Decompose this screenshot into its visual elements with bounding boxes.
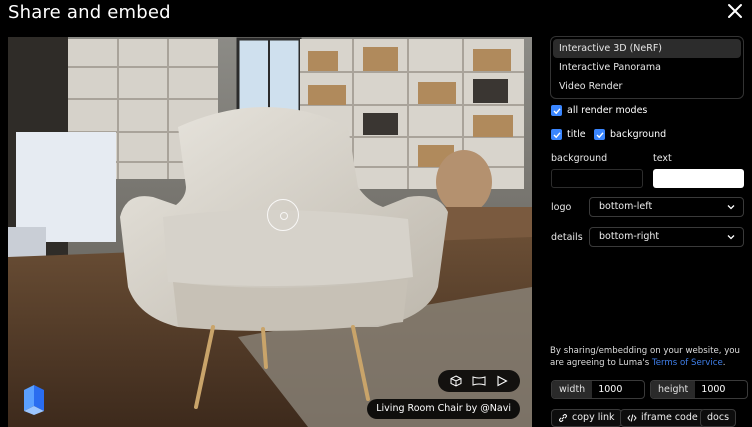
render-mode-list: Interactive 3D (NeRF) Interactive Panora… [550,36,744,99]
height-field[interactable]: height 1000 [650,380,749,399]
height-input[interactable]: 1000 [695,381,747,398]
terms-of-service-link[interactable]: Terms of Service [652,358,723,368]
iframe-code-label: iframe code [641,412,698,423]
title-checkbox[interactable] [551,129,562,140]
mode-interactive-3d[interactable]: Interactive 3D (NeRF) [553,39,741,58]
docs-button[interactable]: docs [700,409,737,427]
orbit-target-marker [267,199,299,231]
details-position-value: bottom-right [599,231,660,242]
dialog-title: Share and embed [8,2,171,23]
luma-logo-icon [24,385,44,415]
height-label: height [651,381,696,398]
view-controls [438,370,520,392]
background-color-label: background [551,153,608,164]
3d-view-icon[interactable] [449,374,463,388]
terms-notice-end: . [722,358,726,368]
width-field[interactable]: width 1000 [551,380,646,399]
mode-video-render[interactable]: Video Render [553,77,741,96]
chevron-down-icon [727,235,735,240]
logo-label: logo [551,202,572,213]
logo-position-value: bottom-left [599,201,653,212]
background-checkbox[interactable] [594,129,605,140]
terms-notice: By sharing/embedding on your website, yo… [550,345,744,369]
all-render-modes-option[interactable]: all render modes [551,105,647,116]
scene-caption: Living Room Chair by @Navi [367,399,520,419]
title-label: title [567,129,586,140]
scene-image [8,37,532,427]
copy-link-label: copy link [572,412,615,423]
details-position-select[interactable]: bottom-right [589,227,744,247]
mode-interactive-panorama[interactable]: Interactive Panorama [553,58,741,77]
scene-preview[interactable]: Living Room Chair by @Navi [8,37,532,427]
all-render-modes-checkbox[interactable] [551,105,562,116]
logo-position-select[interactable]: bottom-left [589,197,744,217]
title-option[interactable]: title [551,129,586,140]
text-color-label: text [653,153,672,164]
panorama-view-icon[interactable] [472,374,486,388]
all-render-modes-label: all render modes [567,105,648,116]
background-option[interactable]: background [594,129,666,140]
background-color-swatch[interactable] [551,169,643,188]
docs-label: docs [707,412,730,423]
details-label: details [551,232,583,243]
link-icon [559,414,567,422]
width-input[interactable]: 1000 [592,381,644,398]
chevron-down-icon [727,205,735,210]
copy-link-button[interactable]: copy link [551,409,622,427]
play-video-icon[interactable] [495,374,509,388]
close-icon[interactable] [726,2,744,20]
iframe-code-button[interactable]: iframe code [620,409,705,427]
width-label: width [552,381,593,398]
background-label: background [610,129,667,140]
code-icon [627,414,637,422]
text-color-swatch[interactable] [653,169,744,188]
